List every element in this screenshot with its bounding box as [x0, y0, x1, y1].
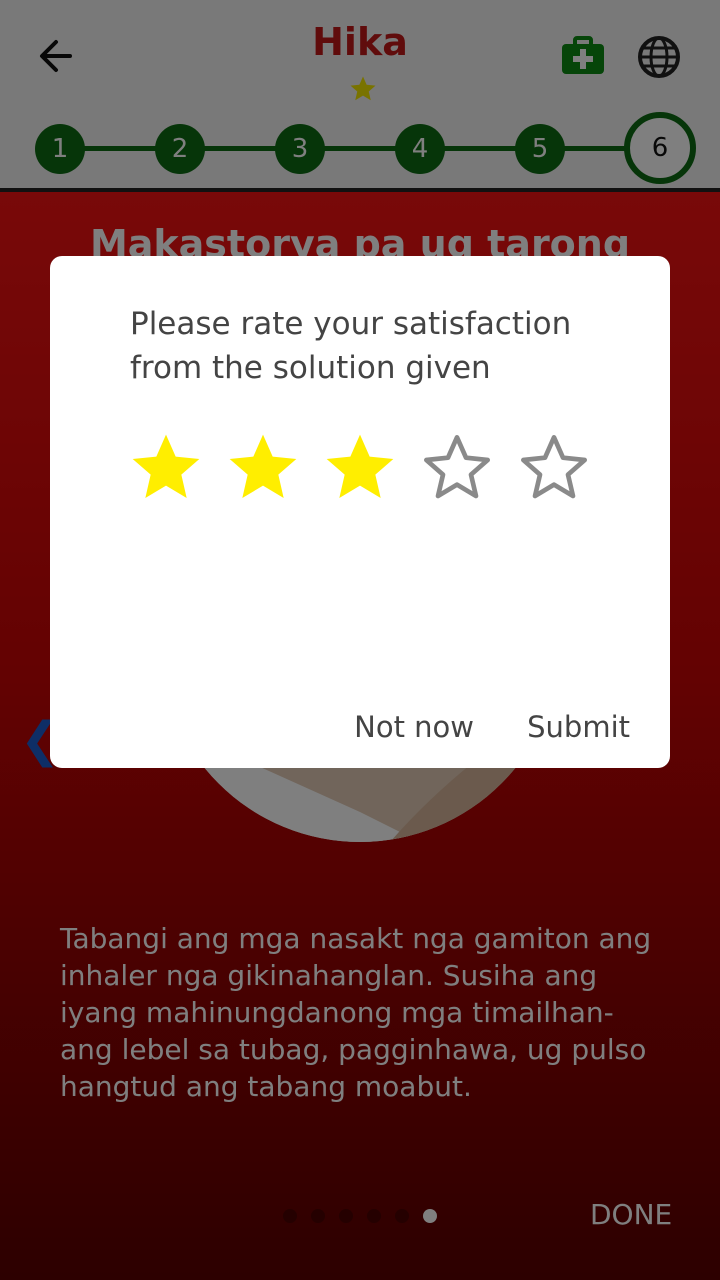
- rating-star-4-icon[interactable]: [417, 428, 497, 508]
- submit-button[interactable]: Submit: [527, 710, 630, 744]
- dialog-actions: Not now Submit: [306, 710, 630, 744]
- rating-star-5-icon[interactable]: [514, 428, 594, 508]
- dialog-title: Please rate your satisfaction from the s…: [130, 306, 572, 386]
- rating-dialog: Please rate your satisfaction from the s…: [50, 256, 670, 768]
- not-now-button[interactable]: Not now: [354, 710, 474, 744]
- rating-star-3-icon[interactable]: [320, 428, 400, 508]
- rating-star-1-icon[interactable]: [126, 428, 206, 508]
- rating-star-2-icon[interactable]: [223, 428, 303, 508]
